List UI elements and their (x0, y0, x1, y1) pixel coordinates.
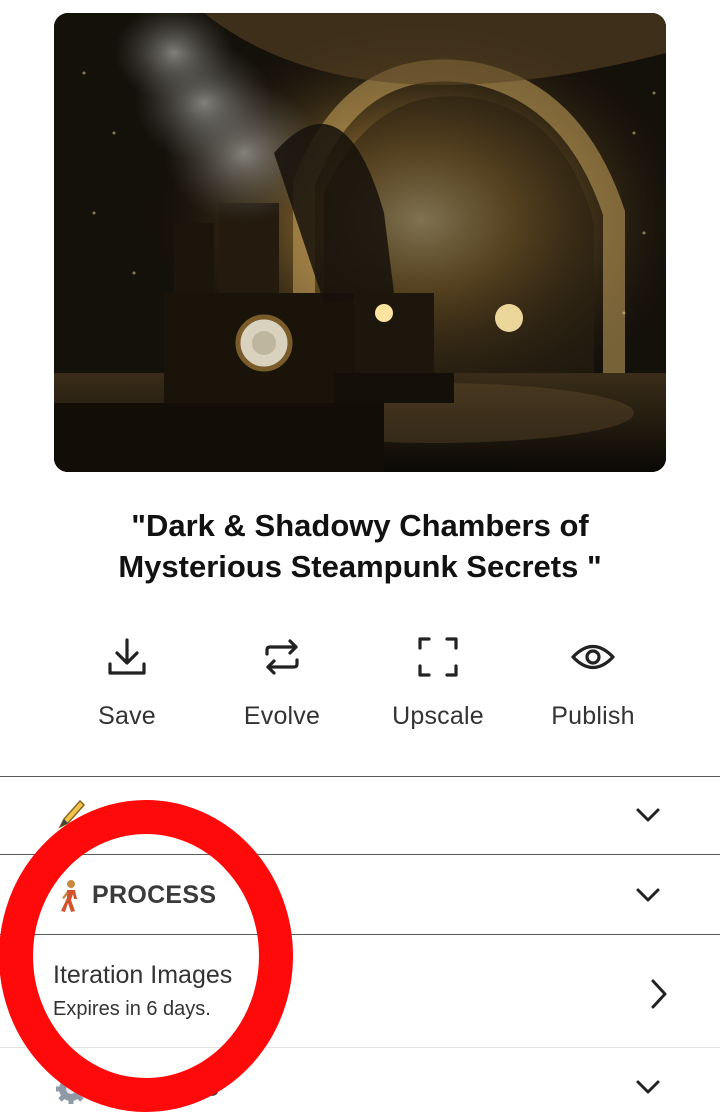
chevron-right-icon[interactable] (646, 977, 672, 1011)
artwork-title: "Dark & Shadowy Chambers of Mysterious S… (118, 508, 602, 584)
iteration-images-row[interactable] (0, 935, 720, 1047)
pencil-icon (56, 797, 86, 831)
gear-icon (56, 1070, 86, 1104)
chevron-down-icon (634, 1073, 662, 1101)
save-label: Save (98, 702, 156, 730)
section-header-process[interactable]: PROCESS (0, 855, 720, 934)
section-title-settings: SETTINGS (92, 1074, 220, 1102)
chevron-down-icon (634, 801, 662, 829)
section-header-collapsed[interactable] (0, 777, 720, 854)
upscale-label: Upscale (392, 702, 484, 730)
download-icon (104, 634, 150, 680)
evolve-label: Evolve (243, 702, 321, 730)
iteration-images-expiry: Expires in 6 days. (53, 998, 211, 1020)
save-button[interactable]: Save (52, 630, 202, 740)
section-header-settings[interactable]: SETTINGS (0, 1048, 720, 1115)
walking-person-icon (56, 879, 86, 913)
chevron-down-icon (634, 881, 662, 909)
eye-icon (570, 634, 616, 680)
publish-label: Publish (551, 702, 635, 730)
publish-button[interactable]: Publish (518, 630, 668, 740)
section-title-process: PROCESS (92, 881, 217, 909)
expand-corners-icon (415, 634, 461, 680)
evolve-button[interactable]: Evolve (207, 630, 357, 740)
upscale-button[interactable]: Upscale (363, 630, 513, 740)
swap-arrows-icon (259, 634, 305, 680)
generated-artwork-image[interactable] (54, 13, 666, 472)
iteration-images-title: Iteration Images (53, 961, 233, 989)
